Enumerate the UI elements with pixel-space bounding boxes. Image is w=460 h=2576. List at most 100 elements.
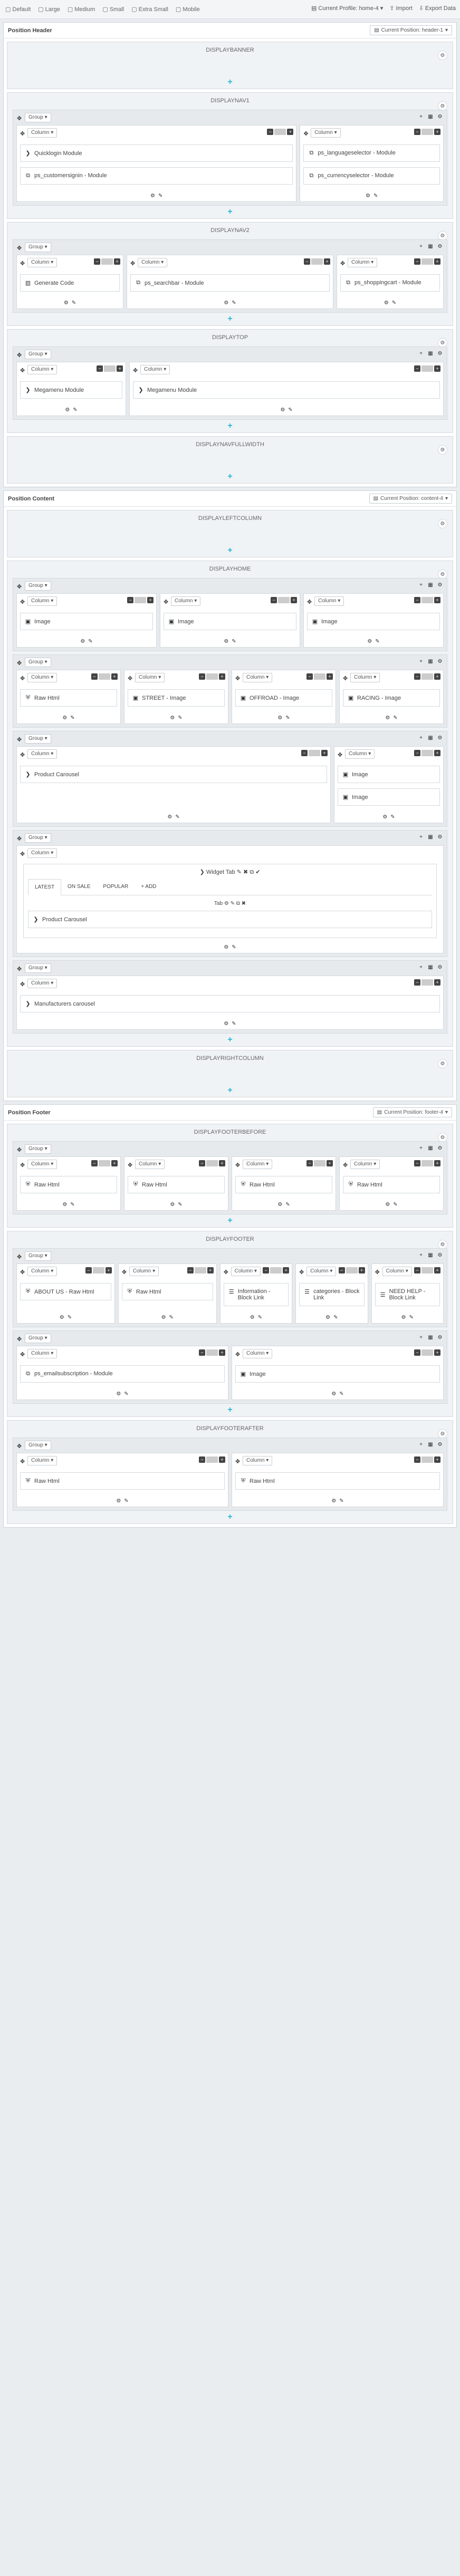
gear-icon[interactable]: ⚙ bbox=[438, 445, 447, 455]
column-dropdown[interactable]: Column ▾ bbox=[129, 1267, 159, 1276]
column-dropdown[interactable]: Column ▾ bbox=[243, 1160, 273, 1169]
pencil-icon[interactable]: ✎ bbox=[169, 1315, 174, 1320]
drag-handle-icon[interactable]: ✥ bbox=[235, 675, 240, 682]
minus-icon[interactable]: − bbox=[199, 1349, 205, 1356]
plus-icon[interactable]: + bbox=[434, 979, 440, 986]
widget-item[interactable]: ❯ Megamenu Module bbox=[133, 381, 440, 399]
drag-handle-icon[interactable]: ✥ bbox=[235, 1458, 240, 1465]
drag-handle-icon[interactable]: ✥ bbox=[303, 130, 308, 137]
tab-popular[interactable]: POPULAR bbox=[97, 879, 135, 895]
plus-icon[interactable]: + bbox=[327, 673, 333, 680]
delete-icon[interactable]: ✖ bbox=[242, 869, 248, 875]
column-dropdown[interactable]: Column ▾ bbox=[27, 848, 57, 858]
widget-item[interactable]: ⛨ Raw Html bbox=[121, 1283, 213, 1300]
plus-icon[interactable]: + bbox=[434, 1267, 441, 1273]
widget-item[interactable]: ▣ Image bbox=[338, 788, 440, 806]
drag-handle-icon[interactable]: ✥ bbox=[338, 751, 342, 758]
import-button[interactable]: ⇪ Import bbox=[389, 5, 412, 12]
column-dropdown[interactable]: Column ▾ bbox=[27, 1456, 57, 1465]
plus-icon[interactable]: + bbox=[417, 963, 425, 971]
pencil-icon[interactable]: ✎ bbox=[392, 300, 396, 306]
column-dropdown[interactable]: Column ▾ bbox=[348, 258, 378, 267]
gear-icon[interactable]: ⚙ bbox=[224, 1021, 228, 1027]
pencil-icon[interactable]: ✎ bbox=[68, 1315, 72, 1320]
widget-item[interactable]: ⧉ ps_shoppingcart - Module bbox=[340, 274, 440, 292]
drag-handle-icon[interactable]: ✥ bbox=[20, 851, 25, 857]
drag-handle-icon[interactable]: ✥ bbox=[343, 675, 348, 682]
minus-icon[interactable]: − bbox=[414, 673, 420, 680]
minus-icon[interactable]: − bbox=[271, 597, 277, 603]
widget-item[interactable]: ❯ Quicklogin Module bbox=[20, 144, 293, 162]
minus-icon[interactable]: − bbox=[199, 673, 205, 680]
drag-handle-icon[interactable]: ✥ bbox=[17, 966, 22, 972]
gear-icon[interactable]: ⚙ bbox=[277, 1202, 282, 1208]
group-dropdown[interactable]: Group ▾ bbox=[25, 658, 51, 667]
widget-item[interactable]: ☰ NEED HELP - Block Link bbox=[375, 1283, 440, 1306]
check-icon[interactable]: ✔ bbox=[254, 869, 260, 875]
gear-icon[interactable]: ⚙ bbox=[366, 193, 370, 199]
edit-icon[interactable]: ✎ bbox=[229, 901, 235, 906]
drag-handle-icon[interactable]: ✥ bbox=[17, 583, 22, 590]
pencil-icon[interactable]: ✎ bbox=[390, 814, 395, 820]
widget-item[interactable]: ❯ Megamenu Module bbox=[20, 381, 122, 399]
gear-icon[interactable]: ⚙ bbox=[116, 1498, 121, 1504]
group-dropdown[interactable]: Group ▾ bbox=[25, 1144, 51, 1154]
device-button-small[interactable]: ▢ Small bbox=[102, 6, 124, 13]
pencil-icon[interactable]: ✎ bbox=[175, 814, 179, 820]
widget-item[interactable]: ▣ Image bbox=[338, 766, 440, 783]
pencil-icon[interactable]: ✎ bbox=[339, 1498, 343, 1504]
column-dropdown[interactable]: Column ▾ bbox=[27, 1349, 57, 1358]
minus-icon[interactable]: − bbox=[199, 1160, 205, 1166]
column-dropdown[interactable]: Column ▾ bbox=[27, 979, 57, 988]
gear-icon[interactable]: ⚙ bbox=[170, 715, 175, 721]
plus-icon[interactable]: + bbox=[114, 258, 120, 265]
drag-handle-icon[interactable]: ✥ bbox=[128, 675, 132, 682]
column-dropdown[interactable]: Column ▾ bbox=[27, 749, 57, 759]
group-dropdown[interactable]: Group ▾ bbox=[25, 581, 51, 591]
plus-icon[interactable]: + bbox=[291, 597, 297, 603]
plus-icon[interactable]: + bbox=[287, 129, 294, 135]
drag-handle-icon[interactable]: ✥ bbox=[20, 981, 25, 988]
column-dropdown[interactable]: Column ▾ bbox=[27, 596, 57, 606]
drag-handle-icon[interactable]: ✥ bbox=[20, 675, 25, 682]
minus-icon[interactable]: − bbox=[414, 1349, 420, 1356]
group-dropdown[interactable]: Group ▾ bbox=[25, 734, 51, 744]
add-group-icon[interactable]: + bbox=[7, 78, 453, 86]
minus-icon[interactable]: − bbox=[199, 1456, 205, 1463]
column-dropdown[interactable]: Column ▾ bbox=[314, 596, 344, 606]
drag-handle-icon[interactable]: ✥ bbox=[20, 1162, 25, 1169]
columns-icon[interactable]: ▦ bbox=[427, 963, 434, 971]
export-data-button[interactable]: ⇩ Export Data bbox=[419, 5, 456, 12]
device-button-mobile[interactable]: ▢ Mobile bbox=[176, 6, 200, 13]
column-dropdown[interactable]: Column ▾ bbox=[350, 1160, 380, 1169]
drag-handle-icon[interactable]: ✥ bbox=[17, 1253, 22, 1260]
columns-icon[interactable]: ▦ bbox=[427, 734, 434, 741]
gear-icon[interactable]: ⚙ bbox=[150, 193, 155, 199]
minus-icon[interactable]: − bbox=[414, 1160, 420, 1166]
copy-icon[interactable]: ⧉ bbox=[235, 901, 240, 906]
columns-icon[interactable]: ▦ bbox=[427, 1144, 434, 1152]
device-button-large[interactable]: ▢ Large bbox=[38, 6, 60, 13]
add-group-icon[interactable]: + bbox=[7, 208, 453, 216]
add-group-icon[interactable]: + bbox=[7, 1513, 453, 1521]
columns-icon[interactable]: ▦ bbox=[427, 1251, 434, 1259]
plus-icon[interactable]: + bbox=[147, 597, 154, 603]
pencil-icon[interactable]: ✎ bbox=[333, 1315, 338, 1320]
tab-latest[interactable]: LATEST bbox=[28, 879, 62, 895]
plus-icon[interactable]: + bbox=[358, 1267, 365, 1273]
plus-icon[interactable]: + bbox=[434, 129, 440, 135]
drag-handle-icon[interactable]: ✥ bbox=[20, 1458, 25, 1465]
gear-icon[interactable]: ⚙ bbox=[224, 300, 228, 306]
pencil-icon[interactable]: ✎ bbox=[70, 1202, 74, 1208]
drag-handle-icon[interactable]: ✥ bbox=[20, 599, 25, 605]
group-dropdown[interactable]: Group ▾ bbox=[25, 963, 51, 973]
minus-icon[interactable]: − bbox=[187, 1267, 194, 1273]
widget-item[interactable]: ☰ Information - Block Link bbox=[223, 1283, 289, 1306]
pencil-icon[interactable]: ✎ bbox=[88, 639, 92, 644]
gear-icon[interactable]: ⚙ bbox=[436, 1441, 444, 1448]
widget-item[interactable]: ⧉ ps_emailsubscription - Module bbox=[20, 1365, 225, 1383]
gear-icon[interactable]: ⚙ bbox=[436, 658, 444, 665]
plus-icon[interactable]: + bbox=[417, 1441, 425, 1448]
drag-handle-icon[interactable]: ✥ bbox=[130, 260, 135, 267]
gear-icon[interactable]: ⚙ bbox=[436, 581, 444, 588]
